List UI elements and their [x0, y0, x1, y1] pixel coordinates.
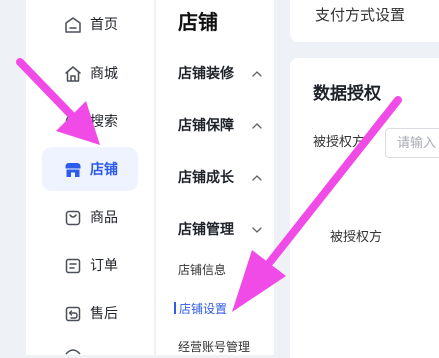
authorized-party-label: 被授权方	[313, 135, 366, 150]
home-icon	[65, 17, 81, 33]
nav-item-mall[interactable]: 商城	[42, 51, 138, 95]
chevron-up-icon	[252, 123, 262, 129]
chevron-up-icon	[252, 71, 262, 77]
submenu-item-account-management[interactable]: 经营账号管理	[178, 337, 268, 357]
nav-item-home[interactable]: 首页	[42, 2, 138, 46]
data-authorization-title: 数据授权	[313, 84, 381, 104]
authorized-party-column-header: 被授权方	[330, 230, 383, 245]
group-label: 店铺管理	[178, 222, 234, 238]
nav-item-products[interactable]: 商品	[42, 195, 138, 239]
nav-label-after-sales: 售后	[90, 306, 118, 322]
nav-item-after-sales[interactable]: 售后	[42, 291, 138, 335]
nav-label-search: 搜索	[90, 114, 118, 130]
nav-item-search[interactable]: 搜索	[42, 99, 138, 143]
nav-label-orders: 订单	[90, 258, 118, 274]
nav-label-mall: 商城	[90, 66, 118, 82]
nav-item-orders[interactable]: 订单	[42, 243, 138, 287]
nav-label-shop: 店铺	[90, 162, 118, 178]
authorized-party-input[interactable]	[385, 128, 439, 158]
nav-item-shop[interactable]: 店铺	[42, 147, 138, 191]
shop-icon	[65, 163, 81, 177]
order-icon	[65, 258, 81, 274]
chevron-down-icon	[252, 227, 262, 233]
after-sales-icon	[65, 306, 81, 322]
payment-settings-card: 支付方式设置	[290, 0, 439, 42]
group-label: 店铺装修	[178, 66, 234, 82]
nav-label-products: 商品	[90, 210, 118, 226]
store-icon	[65, 66, 81, 82]
submenu-group-decoration[interactable]: 店铺装修	[178, 64, 266, 84]
search-icon	[65, 114, 81, 130]
submenu-item-label: 店铺设置	[179, 302, 228, 316]
submenu-group-guarantee[interactable]: 店铺保障	[178, 116, 266, 136]
secondary-sidebar: 店铺 店铺装修 店铺保障 店铺成长 店铺管理 店铺信息 店铺设置 经营账号管理	[155, 0, 274, 355]
submenu-title: 店铺	[178, 10, 218, 34]
data-authorization-card: 数据授权 被授权方 被授权方	[290, 58, 439, 358]
more-nav-icon[interactable]	[64, 346, 82, 355]
submenu-group-growth[interactable]: 店铺成长	[178, 168, 266, 188]
active-indicator	[174, 302, 176, 314]
primary-sidebar: 首页 商城 搜索 店铺 商品 订单 售后	[26, 0, 154, 355]
payment-settings-title: 支付方式设置	[315, 6, 406, 24]
submenu-item-shop-settings[interactable]: 店铺设置	[174, 299, 264, 319]
group-label: 店铺保障	[178, 118, 234, 134]
group-label: 店铺成长	[178, 170, 234, 186]
product-bag-icon	[65, 210, 81, 226]
chevron-up-icon	[252, 175, 262, 181]
nav-label-home: 首页	[90, 17, 118, 33]
submenu-item-shop-info[interactable]: 店铺信息	[178, 260, 268, 280]
submenu-group-management[interactable]: 店铺管理	[178, 220, 266, 240]
